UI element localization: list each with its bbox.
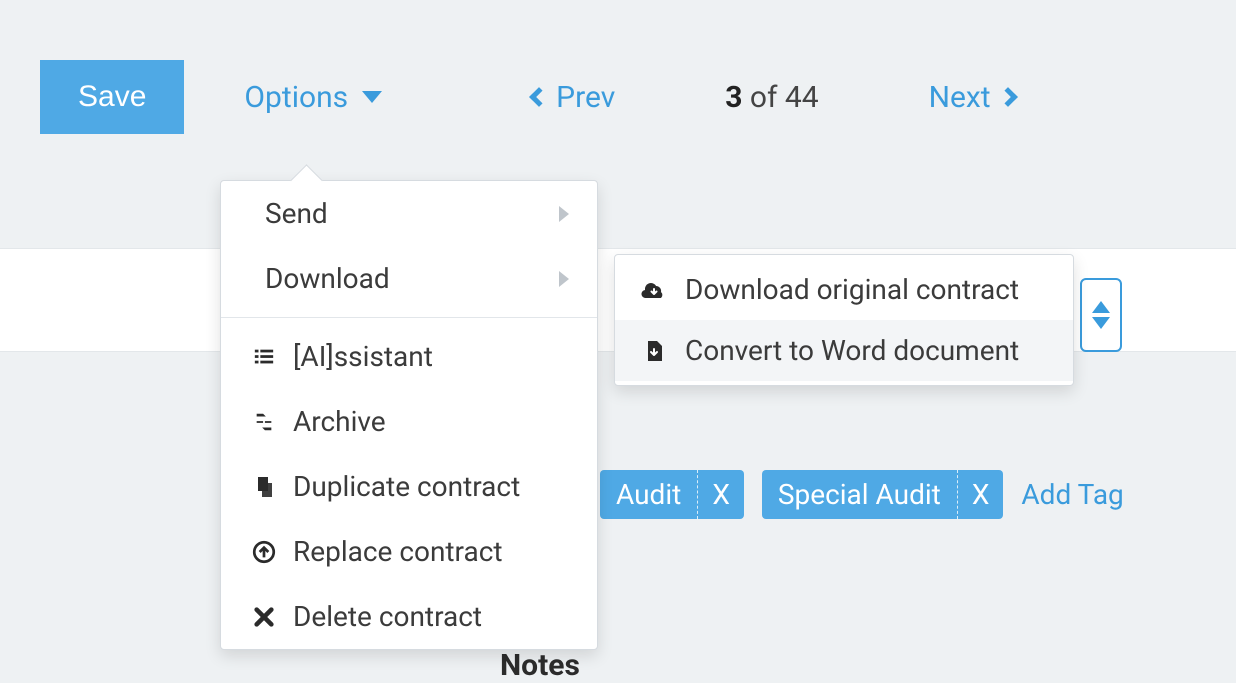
menu-label: Download xyxy=(265,262,390,295)
tag-label: Special Audit xyxy=(762,470,957,519)
menu-item-delete[interactable]: Delete contract xyxy=(221,584,597,649)
file-download-icon xyxy=(639,337,669,365)
submenu-item-download-original[interactable]: Download original contract xyxy=(615,259,1073,320)
submenu-item-convert-word[interactable]: Convert to Word document xyxy=(615,320,1073,381)
toolbar: Save Options Prev 3 of 44 Next xyxy=(0,0,1236,174)
duplicate-icon xyxy=(249,474,279,500)
chevron-right-icon xyxy=(559,271,569,287)
prev-label: Prev xyxy=(556,80,615,115)
prev-button[interactable]: Prev xyxy=(532,80,615,115)
page-current: 3 xyxy=(725,80,742,115)
tag-chip: Special Audit X xyxy=(762,470,1004,519)
tag-remove-button[interactable]: X xyxy=(957,470,1004,519)
upload-circle-icon xyxy=(249,539,279,565)
next-button[interactable]: Next xyxy=(929,80,1015,115)
pager: Prev 3 of 44 Next xyxy=(532,80,1014,115)
menu-item-archive[interactable]: Archive xyxy=(221,389,597,454)
page-total: 44 xyxy=(785,80,819,115)
notes-heading: Notes xyxy=(500,648,580,683)
options-label: Options xyxy=(244,80,348,115)
menu-item-download[interactable]: Download xyxy=(221,246,597,311)
tag-chip: Audit X xyxy=(600,470,744,519)
submenu-label: Download original contract xyxy=(685,273,1019,306)
cloud-download-icon xyxy=(639,276,669,304)
close-icon xyxy=(249,604,279,630)
menu-label: Replace contract xyxy=(293,535,503,568)
chevron-right-icon xyxy=(559,206,569,222)
menu-label: [AI]ssistant xyxy=(293,340,433,373)
save-button[interactable]: Save xyxy=(40,60,184,134)
menu-item-replace[interactable]: Replace contract xyxy=(221,519,597,584)
page-count: 3 of 44 xyxy=(725,80,818,115)
stepper-control[interactable] xyxy=(1080,278,1122,352)
next-label: Next xyxy=(929,80,991,115)
submenu-label: Convert to Word document xyxy=(685,334,1019,367)
menu-item-assistant[interactable]: [AI]ssistant xyxy=(221,324,597,389)
caret-down-icon xyxy=(362,91,382,103)
page-sep: of xyxy=(742,80,784,115)
menu-label: Delete contract xyxy=(293,600,482,633)
chevron-left-icon xyxy=(529,87,549,107)
tags-row: Audit X Special Audit X Add Tag xyxy=(600,470,1124,519)
archive-icon xyxy=(249,409,279,435)
list-icon xyxy=(249,344,279,370)
triangle-up-icon xyxy=(1092,301,1110,313)
menu-label: Archive xyxy=(293,405,386,438)
triangle-down-icon xyxy=(1092,317,1110,329)
tag-label: Audit xyxy=(600,470,697,519)
menu-label: Send xyxy=(265,197,328,230)
download-submenu: Download original contract Convert to Wo… xyxy=(614,254,1074,386)
menu-item-send[interactable]: Send xyxy=(221,181,597,246)
tag-remove-button[interactable]: X xyxy=(697,470,744,519)
menu-item-duplicate[interactable]: Duplicate contract xyxy=(221,454,597,519)
add-tag-link[interactable]: Add Tag xyxy=(1021,478,1123,511)
menu-label: Duplicate contract xyxy=(293,470,520,503)
options-dropdown: Send Download [AI]ssistant Archive Dupli… xyxy=(220,180,598,650)
menu-separator xyxy=(221,317,597,318)
options-menu-trigger[interactable]: Options xyxy=(244,80,382,115)
chevron-right-icon xyxy=(998,87,1018,107)
